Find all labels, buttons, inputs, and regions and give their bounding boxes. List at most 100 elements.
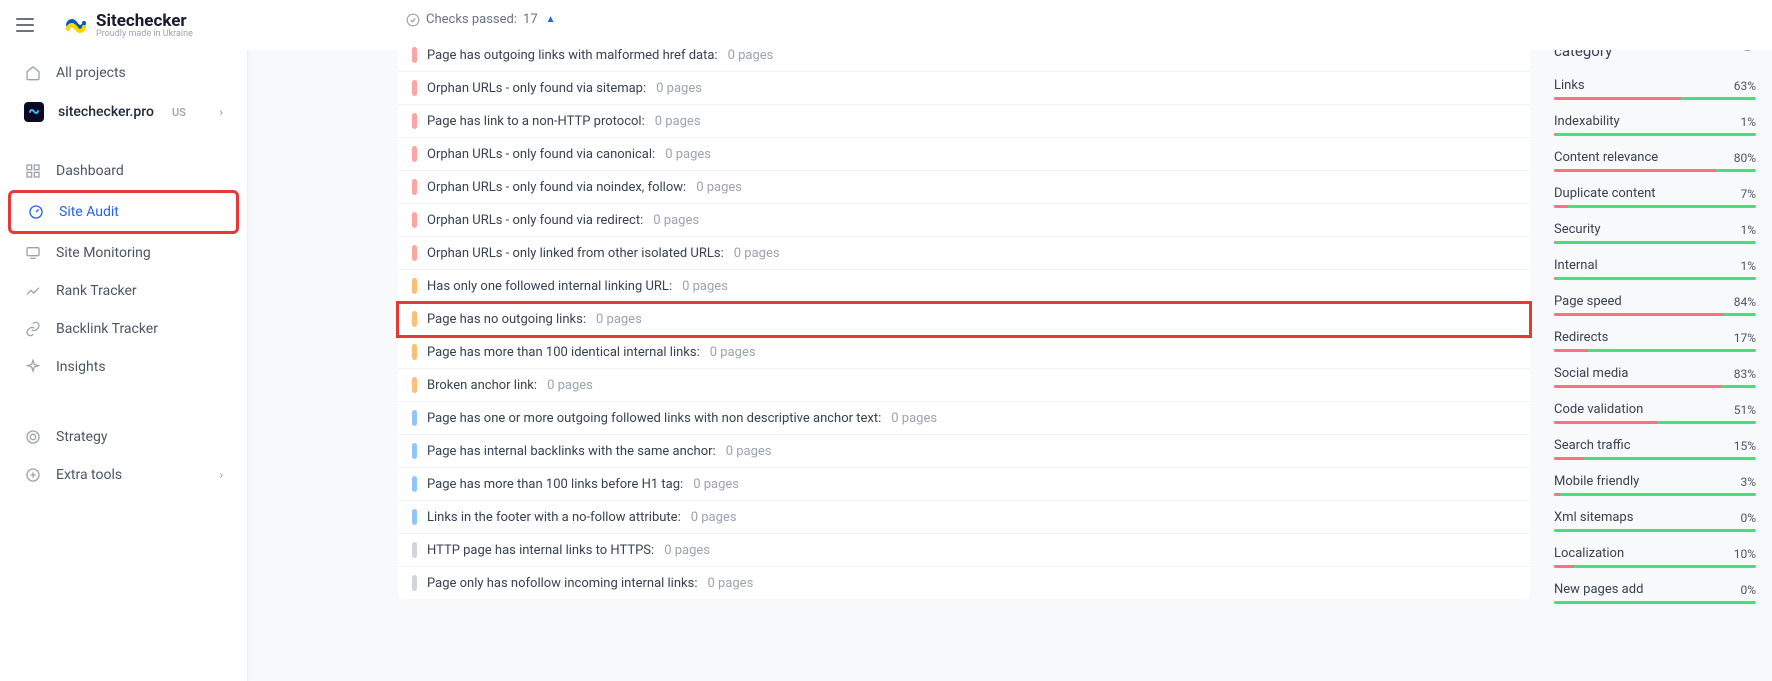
check-row[interactable]: Orphan URLs - only found via sitemap0 pa… <box>398 72 1530 105</box>
category-head: Page speed84% <box>1554 294 1756 309</box>
check-row[interactable]: Page has link to a non-HTTP protocol0 pa… <box>398 105 1530 138</box>
sidebar-item-extra-tools[interactable]: Extra tools › <box>8 456 239 494</box>
progress-bar-fill <box>1554 493 1560 496</box>
category-row[interactable]: Social media83% <box>1554 366 1756 388</box>
sidebar-item-all-projects[interactable]: All projects <box>8 54 239 92</box>
brand-name: Sitechecker <box>96 11 193 31</box>
category-name: Code validation <box>1554 402 1643 417</box>
main-content: Checks passed: 17 ▲ Page has outgoing li… <box>248 0 1554 681</box>
category-name: Security <box>1554 222 1601 237</box>
sidebar-item-strategy[interactable]: Strategy <box>8 418 239 456</box>
category-row[interactable]: Links63% <box>1554 78 1756 100</box>
right-panel: Affected pages by category i Links63%Ind… <box>1554 0 1772 681</box>
category-row[interactable]: Code validation51% <box>1554 402 1756 424</box>
progress-bar <box>1554 169 1756 172</box>
category-row[interactable]: Mobile friendly3% <box>1554 474 1756 496</box>
check-pages-count: 0 pages <box>728 48 774 63</box>
check-row[interactable]: Broken anchor link0 pages <box>398 369 1530 402</box>
check-row[interactable]: Page has no outgoing links0 pages <box>398 303 1530 336</box>
check-label: Links in the footer with a no-follow att… <box>427 510 681 525</box>
check-row[interactable]: Page has outgoing links with malformed h… <box>398 39 1530 72</box>
progress-bar-fill <box>1554 565 1574 568</box>
link-icon <box>24 320 42 338</box>
category-row[interactable]: Localization10% <box>1554 546 1756 568</box>
check-circle-icon <box>406 13 420 27</box>
category-row[interactable]: Page speed84% <box>1554 294 1756 316</box>
category-row[interactable]: Redirects17% <box>1554 330 1756 352</box>
progress-bar <box>1554 493 1756 496</box>
check-pages-count: 0 pages <box>664 543 710 558</box>
project-favicon-icon <box>24 102 44 122</box>
check-row[interactable]: Page has more than 100 identical interna… <box>398 336 1530 369</box>
sidebar-item-label: Strategy <box>56 429 107 445</box>
check-label: Orphan URLs - only found via noindex, fo… <box>427 180 686 195</box>
checks-passed-toggle[interactable]: Checks passed: 17 ▲ <box>406 12 1530 27</box>
sidebar-item-site-audit[interactable]: Site Audit <box>8 190 239 234</box>
category-head: Content relevance80% <box>1554 150 1756 165</box>
check-label: Orphan URLs - only found via sitemap <box>427 81 646 96</box>
check-row[interactable]: Orphan URLs - only found via noindex, fo… <box>398 171 1530 204</box>
home-icon <box>24 64 42 82</box>
category-row[interactable]: Xml sitemaps0% <box>1554 510 1756 532</box>
monitor-icon <box>24 244 42 262</box>
check-row[interactable]: Has only one followed internal linking U… <box>398 270 1530 303</box>
progress-bar <box>1554 457 1756 460</box>
check-row[interactable]: Orphan URLs - only found via redirect0 p… <box>398 204 1530 237</box>
plus-circle-icon <box>24 466 42 484</box>
check-row[interactable]: Links in the footer with a no-follow att… <box>398 501 1530 534</box>
progress-bar-fill <box>1554 205 1568 208</box>
category-name: New pages add <box>1554 582 1643 597</box>
check-row[interactable]: Page has internal backlinks with the sam… <box>398 435 1530 468</box>
progress-bar-fill <box>1554 385 1722 388</box>
check-row[interactable]: HTTP page has internal links to HTTPS0 p… <box>398 534 1530 567</box>
severity-indicator-icon <box>412 113 417 129</box>
progress-bar-fill <box>1554 421 1657 424</box>
chevron-right-icon: › <box>219 468 223 482</box>
progress-bar-fill <box>1554 349 1588 352</box>
check-row[interactable]: Orphan URLs - only found via canonical0 … <box>398 138 1530 171</box>
category-row[interactable]: Search traffic15% <box>1554 438 1756 460</box>
sidebar-item-site-monitoring[interactable]: Site Monitoring <box>8 234 239 272</box>
check-label: Page has outgoing links with malformed h… <box>427 48 718 63</box>
severity-indicator-icon <box>412 179 417 195</box>
check-row[interactable]: Page has one or more outgoing followed l… <box>398 402 1530 435</box>
category-row[interactable]: New pages add 0% <box>1554 582 1756 604</box>
category-row[interactable]: Duplicate content7% <box>1554 186 1756 208</box>
category-percent: 83% <box>1734 367 1756 381</box>
check-label: Orphan URLs - only linked from other iso… <box>427 246 724 261</box>
category-percent: 84% <box>1734 295 1756 309</box>
severity-indicator-icon <box>412 146 417 162</box>
hamburger-menu-icon[interactable] <box>16 13 40 37</box>
check-label: Page has more than 100 identical interna… <box>427 345 700 360</box>
progress-bar <box>1554 241 1756 244</box>
category-percent: 0% <box>1740 583 1756 597</box>
check-row[interactable]: Page only has nofollow incoming internal… <box>398 567 1530 599</box>
sidebar-item-dashboard[interactable]: Dashboard <box>8 152 239 190</box>
sidebar-item-insights[interactable]: Insights <box>8 348 239 386</box>
gauge-icon <box>27 203 45 221</box>
category-row[interactable]: Internal1% <box>1554 258 1756 280</box>
category-row[interactable]: Security1% <box>1554 222 1756 244</box>
check-pages-count: 0 pages <box>693 477 739 492</box>
check-pages-count: 0 pages <box>655 114 701 129</box>
progress-bar-fill <box>1554 277 1556 280</box>
category-head: Social media83% <box>1554 366 1756 381</box>
brand-logo[interactable]: Sitechecker Proudly made in Ukraine <box>64 11 193 39</box>
sidebar-item-backlink-tracker[interactable]: Backlink Tracker <box>8 310 239 348</box>
caret-up-icon: ▲ <box>546 14 556 25</box>
category-row[interactable]: Content relevance80% <box>1554 150 1756 172</box>
category-name: Search traffic <box>1554 438 1631 453</box>
project-name: sitechecker.pro <box>58 104 154 120</box>
check-row[interactable]: Orphan URLs - only linked from other iso… <box>398 237 1530 270</box>
dashboard-icon <box>24 162 42 180</box>
category-row[interactable]: Indexability1% <box>1554 114 1756 136</box>
category-name: Indexability <box>1554 114 1620 129</box>
sidebar-item-rank-tracker[interactable]: Rank Tracker <box>8 272 239 310</box>
progress-bar-fill <box>1554 313 1724 316</box>
progress-bar <box>1554 385 1756 388</box>
sidebar-item-project[interactable]: sitechecker.pro US › <box>8 92 239 132</box>
check-row[interactable]: Page has more than 100 links before H1 t… <box>398 468 1530 501</box>
project-region: US <box>172 106 186 119</box>
progress-bar-fill <box>1554 169 1716 172</box>
category-percent: 0% <box>1740 511 1756 525</box>
